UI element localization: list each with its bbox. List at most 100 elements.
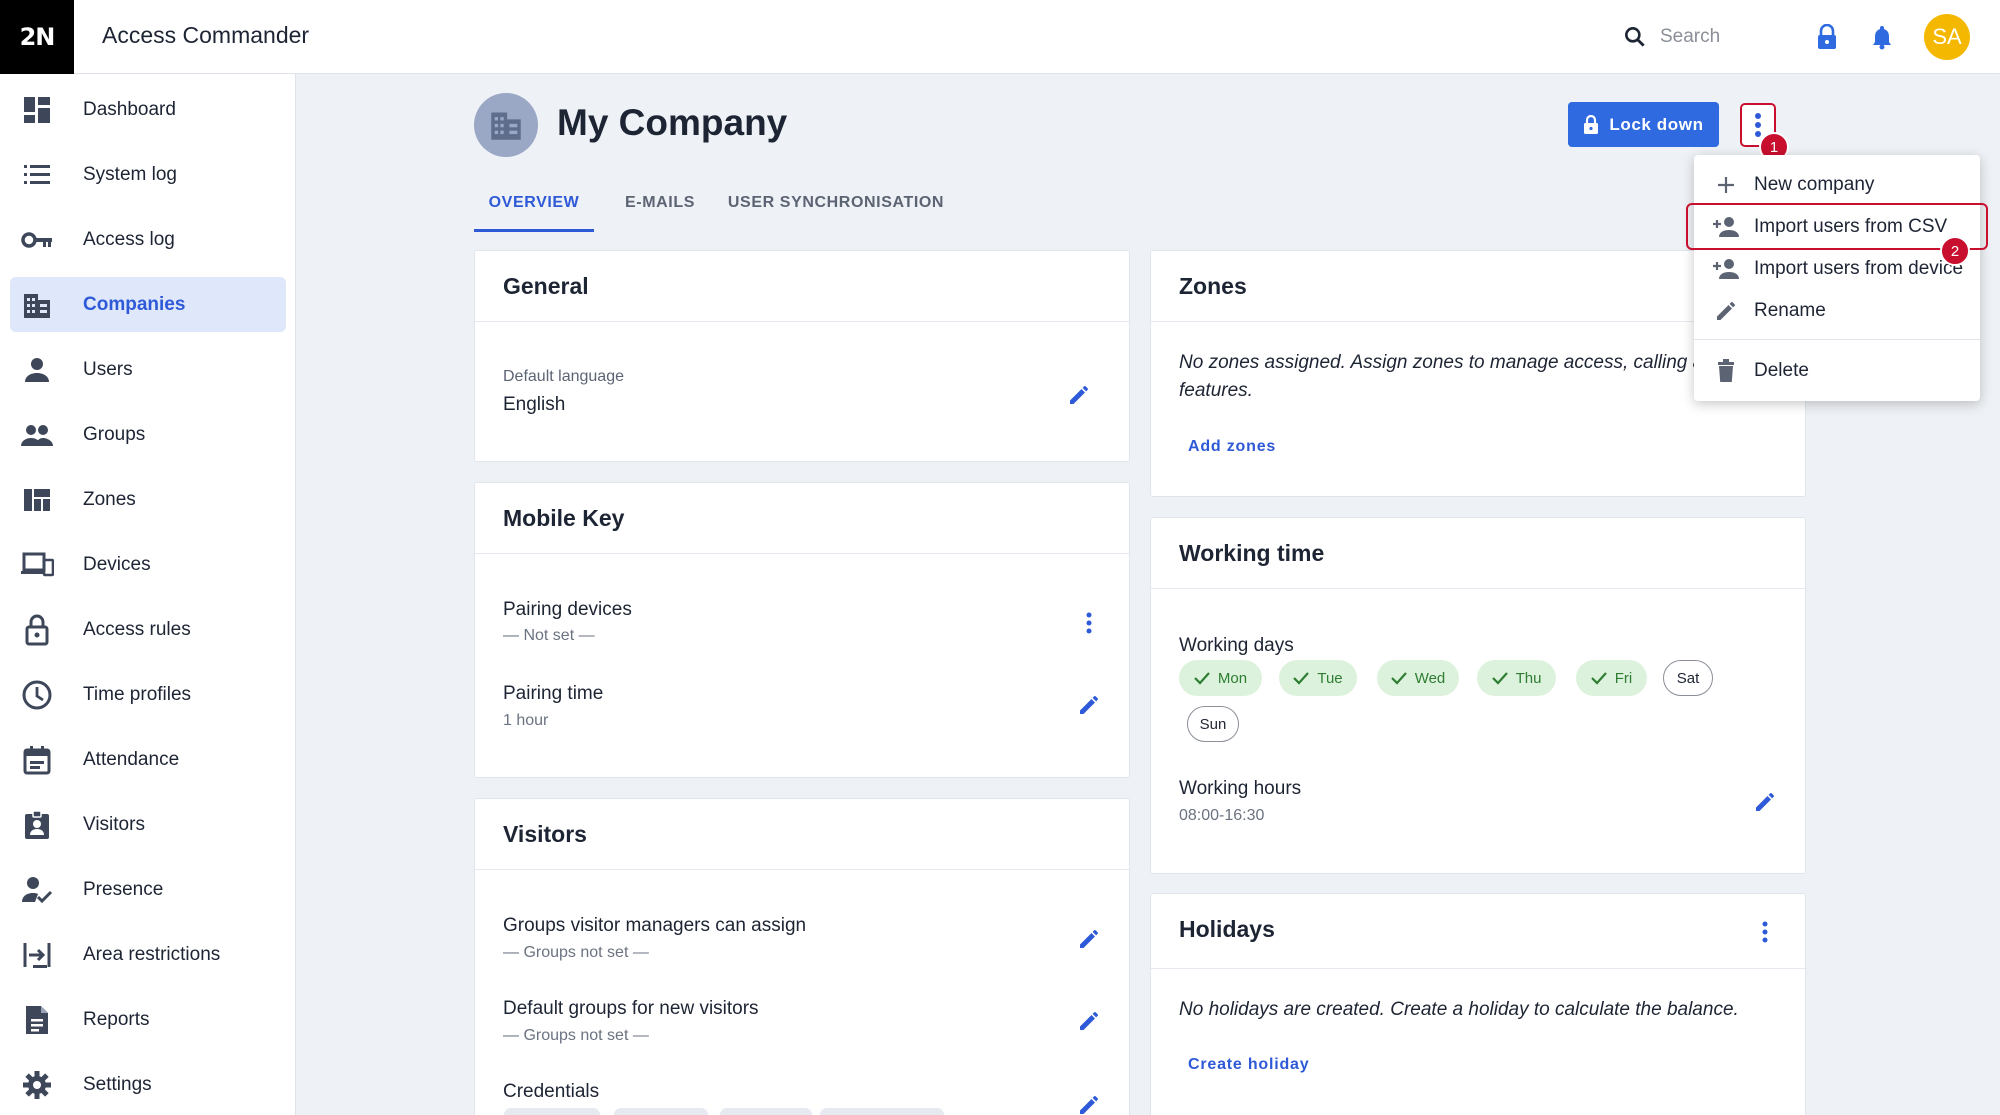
- menu-item-new-company[interactable]: New company: [1694, 165, 1980, 205]
- badge-icon: [20, 808, 54, 842]
- edit-language-button[interactable]: [1065, 381, 1093, 409]
- day-label: Fri: [1614, 669, 1633, 687]
- edit-groups-assign-button[interactable]: [1075, 925, 1103, 953]
- card-title: Mobile Key: [503, 505, 625, 531]
- edit-default-groups-button[interactable]: [1075, 1007, 1103, 1035]
- menu-item-import-device[interactable]: Import users from device: [1694, 249, 1980, 289]
- day-label: Wed: [1414, 669, 1446, 687]
- pencil-icon: [1712, 297, 1740, 325]
- day-chip-wed[interactable]: Wed: [1377, 660, 1459, 696]
- check-icon: [1293, 672, 1310, 685]
- day-chip-sun[interactable]: Sun: [1187, 706, 1239, 742]
- working-hours-value: 08:00-16:30: [1179, 807, 1265, 824]
- working-time-card: Working time Working days Mon Tue Wed Th…: [1150, 517, 1806, 874]
- trash-icon: [1712, 357, 1740, 385]
- day-chip-mon[interactable]: Mon: [1179, 660, 1262, 696]
- gear-icon: [20, 1068, 54, 1102]
- sidebar-item-label: Companies: [83, 293, 186, 315]
- day-chip-sat[interactable]: Sat: [1663, 660, 1713, 696]
- check-icon: [1590, 672, 1607, 685]
- sidebar-item-presence[interactable]: Presence: [10, 862, 286, 917]
- day-label: Thu: [1515, 669, 1542, 687]
- mobile-key-card: Mobile Key Pairing devices — Not set — P…: [474, 482, 1130, 778]
- tab-overview[interactable]: OVERVIEW: [474, 186, 594, 232]
- tab-user-synchronisation[interactable]: USER SYNCHRONISATION: [714, 186, 958, 232]
- sidebar-item-system-log[interactable]: System log: [10, 147, 286, 202]
- sidebar-item-zones[interactable]: Zones: [10, 472, 286, 527]
- lock-down-button[interactable]: Lock down: [1568, 102, 1719, 147]
- sidebar-item-users[interactable]: Users: [10, 342, 286, 397]
- person-add-icon: [1712, 255, 1740, 283]
- check-icon: [1491, 672, 1508, 685]
- building-icon: [20, 288, 54, 322]
- card-title: Holidays: [1179, 916, 1275, 942]
- menu-item-rename[interactable]: Rename: [1694, 291, 1980, 331]
- working-days-label: Working days: [1179, 635, 1294, 656]
- sidebar-item-area-restrictions[interactable]: Area restrictions: [10, 927, 286, 982]
- pairing-time-value: 1 hour: [503, 712, 549, 729]
- more-vert-icon: [1086, 612, 1092, 634]
- day-chip-fri[interactable]: Fri: [1576, 660, 1647, 696]
- menu-divider: [1694, 339, 1980, 340]
- sidebar-item-groups[interactable]: Groups: [10, 407, 286, 462]
- sidebar-item-label: Dashboard: [83, 98, 176, 120]
- tab-emails[interactable]: E-MAILS: [612, 186, 708, 232]
- sidebar-item-companies[interactable]: Companies: [10, 277, 286, 332]
- pairing-time-label: Pairing time: [503, 683, 604, 704]
- bell-icon[interactable]: [1867, 22, 1897, 52]
- menu-item-delete[interactable]: Delete: [1694, 351, 1980, 391]
- devices-icon: [20, 548, 54, 582]
- divider: [1151, 968, 1805, 969]
- day-chip-thu[interactable]: Thu: [1477, 660, 1556, 696]
- pencil-icon: [1070, 386, 1088, 404]
- lock-status-icon[interactable]: [1812, 22, 1842, 52]
- company-options-menu: New company Import users from CSV Import…: [1694, 155, 1980, 401]
- pairing-devices-more-button[interactable]: [1077, 609, 1101, 637]
- day-label: Mon: [1217, 669, 1248, 687]
- sidebar-item-label: Time profiles: [83, 683, 192, 705]
- card-title: Visitors: [503, 821, 587, 847]
- visitors-card: Visitors Groups visitor managers can ass…: [474, 798, 1130, 1115]
- user-avatar[interactable]: SA: [1924, 14, 1970, 60]
- day-chip-tue[interactable]: Tue: [1279, 660, 1357, 696]
- key-icon: [20, 223, 54, 257]
- sidebar: Dashboard System log Access log Companie…: [0, 74, 296, 1115]
- sidebar-item-access-log[interactable]: Access log: [10, 212, 286, 267]
- sidebar-item-time-profiles[interactable]: Time profiles: [10, 667, 286, 722]
- sidebar-item-dashboard[interactable]: Dashboard: [10, 82, 286, 137]
- top-bar: 2N Access Commander Search SA: [0, 0, 2000, 74]
- search-icon: [1625, 27, 1645, 47]
- area-icon: [20, 938, 54, 972]
- sidebar-item-label: Attendance: [83, 748, 180, 770]
- working-hours-label: Working hours: [1179, 778, 1302, 799]
- edit-working-hours-button[interactable]: [1751, 788, 1779, 816]
- sidebar-item-visitors[interactable]: Visitors: [10, 797, 286, 852]
- edit-pairing-time-button[interactable]: [1075, 691, 1103, 719]
- app-logo[interactable]: 2N: [0, 0, 74, 74]
- app-title: Access Commander: [102, 22, 310, 48]
- building-icon: [491, 112, 521, 140]
- sidebar-item-reports[interactable]: Reports: [10, 992, 286, 1047]
- page-title: My Company: [557, 102, 788, 143]
- add-zones-button[interactable]: Add zones: [1188, 438, 1276, 456]
- create-holiday-button[interactable]: Create holiday: [1188, 1056, 1309, 1074]
- zones-icon: [20, 483, 54, 517]
- pencil-icon: [1080, 1012, 1098, 1030]
- sidebar-item-label: Settings: [83, 1073, 152, 1095]
- people-icon: [20, 418, 54, 452]
- pencil-icon: [1080, 1096, 1098, 1114]
- more-vert-icon: [1755, 113, 1761, 137]
- sidebar-item-access-rules[interactable]: Access rules: [10, 602, 286, 657]
- sidebar-item-settings[interactable]: Settings: [10, 1057, 286, 1112]
- sidebar-item-devices[interactable]: Devices: [10, 537, 286, 592]
- sidebar-item-label: Reports: [83, 1008, 150, 1030]
- day-label: Sat: [1676, 669, 1700, 687]
- edit-credentials-button[interactable]: [1075, 1091, 1103, 1115]
- credential-chip: [504, 1108, 600, 1115]
- sidebar-item-attendance[interactable]: Attendance: [10, 732, 286, 787]
- holidays-more-button[interactable]: [1753, 918, 1777, 946]
- more-vert-icon: [1762, 921, 1768, 943]
- divider: [1151, 588, 1805, 589]
- search-field[interactable]: Search: [1622, 21, 1772, 53]
- sidebar-item-label: Presence: [83, 878, 164, 900]
